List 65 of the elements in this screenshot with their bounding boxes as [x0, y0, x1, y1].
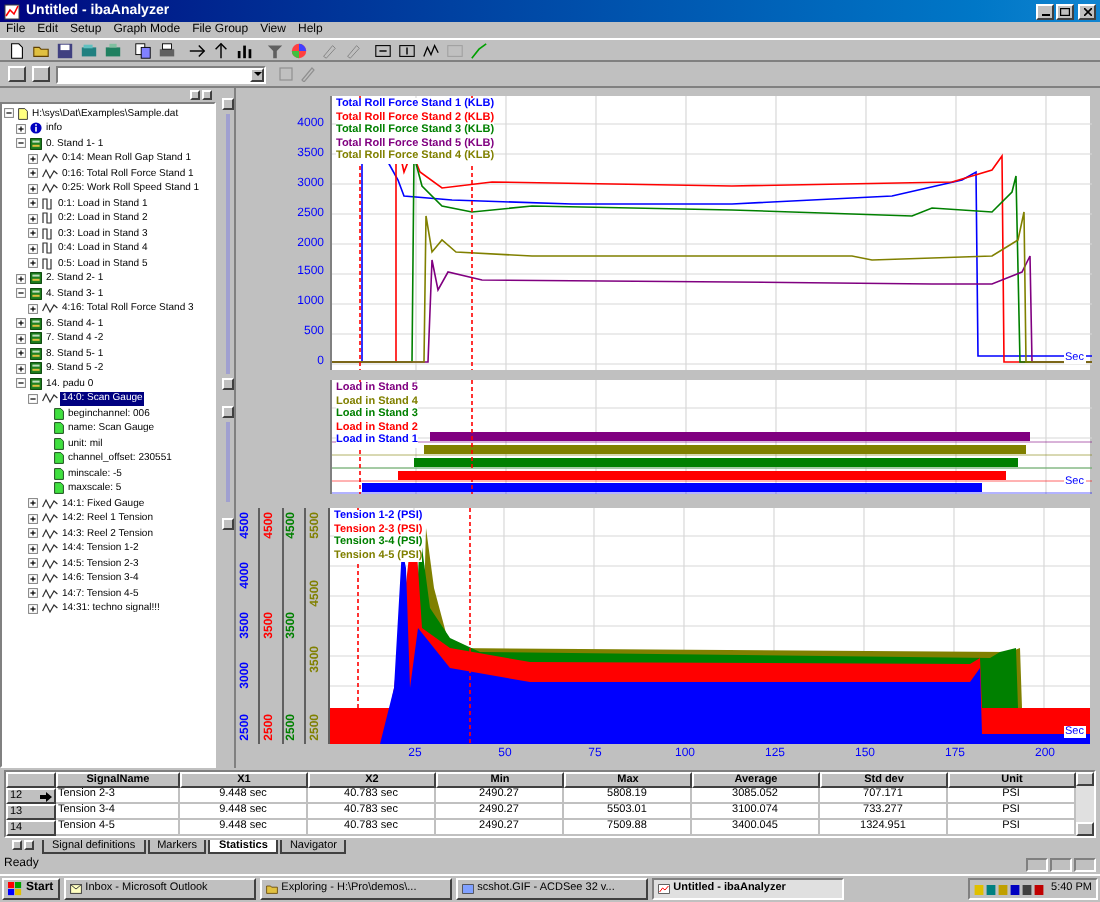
expander-button[interactable]: [28, 183, 38, 194]
expander-button[interactable]: [28, 243, 38, 254]
scroll-track[interactable]: [225, 422, 229, 502]
expander-button[interactable]: [28, 513, 38, 524]
expander-button[interactable]: [16, 363, 26, 374]
module-icon: [29, 137, 41, 150]
arrow-icon: [40, 791, 52, 801]
maximize-button[interactable]: [1056, 3, 1074, 19]
filter-icon[interactable]: [266, 41, 284, 59]
cursor-line[interactable]: [469, 508, 471, 744]
chart-icon: [657, 884, 670, 894]
scroll-button[interactable]: [221, 518, 233, 530]
expander-button[interactable]: [28, 558, 38, 569]
device-icon[interactable]: [80, 41, 98, 59]
envelope-icon: [69, 884, 82, 894]
copy-icon[interactable]: [134, 41, 152, 59]
combo-field[interactable]: [56, 65, 266, 83]
print-icon[interactable]: [158, 41, 176, 59]
expander-button[interactable]: [28, 198, 38, 209]
app-icon: [4, 3, 20, 19]
minimize-button[interactable]: [1036, 3, 1054, 19]
device-icon[interactable]: [104, 41, 122, 59]
expander-button[interactable]: [16, 123, 26, 134]
scroll-button[interactable]: [221, 406, 233, 418]
expander-button[interactable]: [28, 588, 38, 599]
expander-button[interactable]: [16, 348, 26, 359]
fft-icon[interactable]: [422, 41, 440, 59]
expander-button[interactable]: [28, 603, 38, 614]
close-icon: [1083, 7, 1091, 15]
scroll-button[interactable]: [221, 98, 233, 110]
wave-icon: [41, 392, 57, 405]
dropdown-arrow-icon: [253, 72, 261, 76]
expander-button[interactable]: [28, 258, 38, 269]
expander-button[interactable]: [28, 498, 38, 509]
expander-button[interactable]: [28, 213, 38, 224]
scroll-track[interactable]: [225, 114, 229, 374]
dropdown-button[interactable]: [250, 67, 264, 81]
save-icon[interactable]: [56, 41, 74, 59]
expander-button[interactable]: [28, 573, 38, 584]
expander-button[interactable]: [28, 153, 38, 164]
open-folder-icon[interactable]: [32, 41, 50, 59]
expander-button[interactable]: [28, 228, 38, 239]
expander-button[interactable]: [28, 168, 38, 179]
maximize-icon: [1060, 7, 1070, 15]
spectrum-icon[interactable]: [236, 41, 254, 59]
expander-button[interactable]: [28, 543, 38, 554]
color-wheel-icon[interactable]: [290, 41, 308, 59]
expander-button[interactable]: [16, 318, 26, 329]
expander-button[interactable]: [16, 273, 26, 284]
windows-logo-icon: [8, 882, 22, 896]
new-file-icon[interactable]: [8, 41, 26, 59]
picture-icon: [461, 884, 474, 894]
close-button[interactable]: [1078, 3, 1096, 19]
expander-button[interactable]: [28, 528, 38, 539]
expander-button[interactable]: [28, 303, 38, 314]
wave-icon: [41, 302, 57, 315]
document-icon: [17, 107, 27, 120]
folder-icon: [265, 884, 278, 894]
pane-minimize-button[interactable]: [190, 90, 200, 100]
expander-button[interactable]: [16, 333, 26, 344]
vertical-scrollbar[interactable]: [1076, 772, 1094, 836]
pane-close-button[interactable]: [202, 90, 212, 100]
info-icon: [29, 122, 41, 135]
scroll-button[interactable]: [221, 378, 233, 390]
cursor-line[interactable]: [471, 380, 473, 494]
